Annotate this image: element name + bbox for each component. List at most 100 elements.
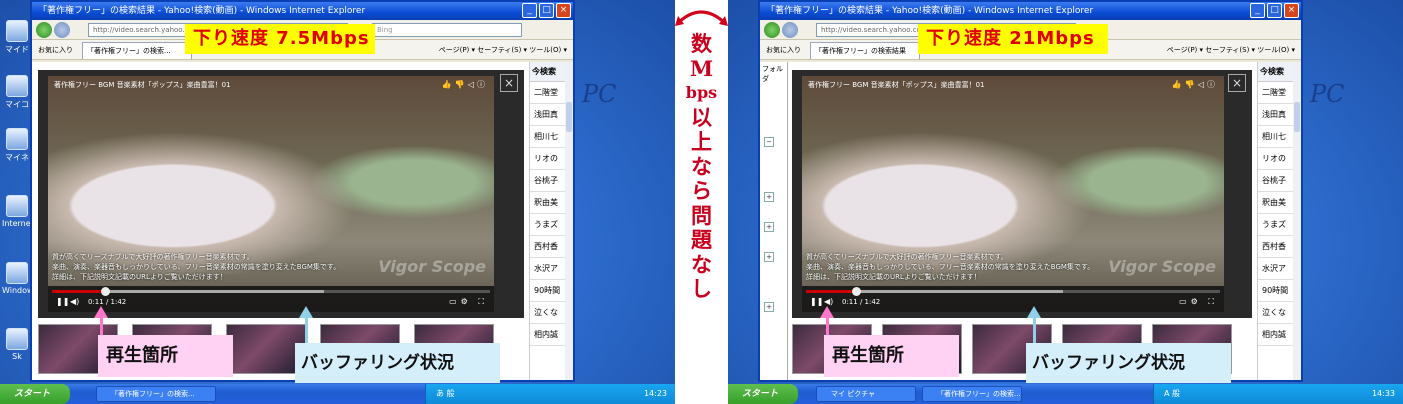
download-speed-label: 下り速度 21Mbps bbox=[918, 24, 1108, 54]
browser-tab[interactable]: 「著作権フリー」の検索結果 bbox=[810, 42, 920, 59]
desktop-icon-sk[interactable]: Sk bbox=[2, 328, 32, 361]
played-fill bbox=[52, 290, 105, 293]
tree-expander[interactable]: + bbox=[764, 192, 774, 202]
watermark: Vigor Scope bbox=[1108, 257, 1216, 276]
seek-knob[interactable] bbox=[851, 287, 861, 296]
command-bar[interactable]: ページ(P) ▾ セーフティ(S) ▾ ツール(O) ▾ bbox=[439, 45, 567, 55]
close-overlay-button[interactable]: × bbox=[500, 74, 518, 92]
ime-indicator[interactable]: あ 般 bbox=[436, 384, 455, 404]
player-action-icons[interactable]: 👍👎◁ⓘ bbox=[442, 79, 488, 90]
maximize-button[interactable]: □ bbox=[1267, 3, 1282, 18]
video-title: 著作権フリー BGM 音楽素材「ポップス」楽曲豊富！01 bbox=[808, 81, 985, 89]
tree-expander[interactable]: + bbox=[764, 302, 774, 312]
volume-icon[interactable]: ◀) bbox=[70, 297, 79, 306]
minimize-button[interactable]: _ bbox=[522, 3, 537, 18]
ie-window: 「著作権フリー」の検索結果 - Yahoo!検索(動画) - Windows I… bbox=[758, 0, 1303, 382]
buffer-arrow-shaft bbox=[1033, 318, 1036, 344]
desktop-pc-text: PC bbox=[1310, 80, 1345, 108]
start-button[interactable]: スタート bbox=[0, 384, 70, 404]
minimize-button[interactable]: _ bbox=[1250, 3, 1265, 18]
tree-expander[interactable]: + bbox=[764, 222, 774, 232]
vertical-note: 数 M bps 以 上 な ら 問 題 な し bbox=[685, 31, 718, 301]
taskbar-item-ie[interactable]: 「著作権フリー」の検索... bbox=[922, 386, 1022, 402]
desktop-icon-my-computer[interactable]: マイコ bbox=[2, 75, 32, 110]
favorites-button[interactable]: お気に入り bbox=[766, 45, 801, 55]
scrollbar[interactable] bbox=[1293, 62, 1301, 380]
played-fill bbox=[806, 290, 856, 293]
left-screenshot: マイド マイコ マイネ Internet Windows Sk PC 「著作権フ… bbox=[0, 0, 675, 404]
player-right-controls[interactable]: ▭⚙ ⛶ bbox=[1179, 297, 1218, 307]
window-titlebar[interactable]: 「著作権フリー」の検索結果 - Yahoo!検索(動画) - Windows I… bbox=[32, 2, 573, 20]
window-title: 「著作権フリー」の検索結果 - Yahoo!検索(動画) - Windows I… bbox=[766, 6, 1094, 16]
seek-knob[interactable] bbox=[100, 287, 110, 296]
video-player[interactable]: 著作権フリー BGM 音楽素材「ポップス」楽曲豊富！01 👍👎◁ⓘ 質が高くてリ… bbox=[48, 76, 494, 312]
watermark: Vigor Scope bbox=[378, 257, 486, 276]
maximize-button[interactable]: □ bbox=[539, 3, 554, 18]
video-player[interactable]: 著作権フリー BGM 音楽素材「ポップス」楽曲豊富！01 👍👎◁ⓘ 質が高くてリ… bbox=[802, 76, 1224, 312]
video-overlay: × 著作権フリー BGM 音楽素材「ポップス」楽曲豊富！01 👍👎◁ⓘ 質が高く… bbox=[792, 70, 1252, 318]
page-body: 今検索 二階堂 浅田真 相川七 リオの 谷桃子 釈由美 うまズ 西村香 水沢ア … bbox=[788, 62, 1301, 380]
forward-button[interactable] bbox=[54, 22, 70, 38]
tree-expander[interactable]: − bbox=[764, 137, 774, 147]
buffering-status-label: バッファリング状況 bbox=[295, 343, 500, 383]
window-titlebar[interactable]: 「著作権フリー」の検索結果 - Yahoo!検索(動画) - Windows I… bbox=[760, 2, 1301, 20]
player-control-bar: ❚❚ ◀) 0:11 / 1:42 ▭⚙ ⛶ bbox=[48, 286, 494, 312]
command-bar[interactable]: ページ(P) ▾ セーフティ(S) ▾ ツール(O) ▾ bbox=[1167, 45, 1295, 55]
system-tray: あ 般 14:23 bbox=[425, 384, 675, 404]
ime-indicator[interactable]: A 般 bbox=[1164, 384, 1180, 404]
buffer-arrow-shaft bbox=[305, 318, 308, 344]
close-window-button[interactable]: × bbox=[556, 3, 571, 18]
browser-tab[interactable]: 「著作権フリー」の検索... bbox=[82, 42, 192, 59]
video-title: 著作権フリー BGM 音楽素材「ポップス」楽曲豊富！01 bbox=[54, 81, 231, 89]
right-screenshot: PC 「著作権フリー」の検索結果 - Yahoo!検索(動画) - Window… bbox=[728, 0, 1403, 404]
desktop-icon-network[interactable]: マイネ bbox=[2, 128, 32, 163]
close-overlay-button[interactable]: × bbox=[1228, 74, 1246, 92]
tree-expander[interactable]: + bbox=[764, 252, 774, 262]
middle-annotation: 数 M bps 以 上 な ら 問 題 な し bbox=[675, 0, 728, 404]
taskbar: スタート マイ ピクチャ 「著作権フリー」の検索... A 般 14:33 bbox=[728, 384, 1403, 404]
pause-icon[interactable]: ❚❚ bbox=[810, 297, 823, 306]
pause-icon[interactable]: ❚❚ bbox=[56, 297, 69, 306]
clock: 14:23 bbox=[643, 389, 667, 398]
back-button[interactable] bbox=[764, 22, 780, 38]
window-title: 「著作権フリー」の検索結果 - Yahoo!検索(動画) - Windows I… bbox=[38, 6, 366, 16]
time-display: 0:11 / 1:42 bbox=[842, 298, 881, 306]
video-overlay: × 著作権フリー BGM 音楽素材「ポップス」楽曲豊富！01 👍👎◁ⓘ 質が高く… bbox=[38, 70, 524, 318]
folder-pane-label: フォルダ bbox=[762, 65, 783, 83]
system-tray: A 般 14:33 bbox=[1153, 384, 1403, 404]
buffer-arrow-head bbox=[299, 306, 313, 318]
player-action-icons[interactable]: 👍👎◁ⓘ bbox=[1172, 79, 1218, 90]
time-display: 0:11 / 1:42 bbox=[88, 298, 127, 306]
close-window-button[interactable]: × bbox=[1284, 3, 1299, 18]
forward-button[interactable] bbox=[782, 22, 798, 38]
seek-bar[interactable] bbox=[806, 287, 1220, 296]
buffer-arrow-head bbox=[1027, 306, 1041, 318]
favorites-button[interactable]: お気に入り bbox=[38, 45, 73, 55]
start-button[interactable]: スタート bbox=[728, 384, 798, 404]
video-thumbnail[interactable] bbox=[226, 324, 306, 374]
desktop-icon-internet[interactable]: Internet bbox=[2, 195, 34, 228]
desktop-icon-windows[interactable]: Windows bbox=[2, 262, 38, 295]
scrollbar[interactable] bbox=[565, 62, 573, 380]
download-speed-label: 下り速度 7.5Mbps bbox=[185, 24, 375, 54]
playback-position-label: 再生箇所 bbox=[98, 335, 233, 377]
playback-position-label: 再生箇所 bbox=[824, 335, 959, 377]
back-button[interactable] bbox=[36, 22, 52, 38]
clock: 14:33 bbox=[1371, 389, 1395, 398]
taskbar-item-my-pictures[interactable]: マイ ピクチャ bbox=[816, 386, 916, 402]
search-input[interactable]: Bing bbox=[372, 23, 522, 37]
seek-bar[interactable] bbox=[52, 287, 490, 296]
trending-sidebar: 今検索 二階堂 浅田真 相川七 リオの 谷桃子 釈由美 うまズ 西村香 水沢ア … bbox=[529, 62, 573, 380]
double-arrow-icon bbox=[675, 10, 728, 26]
volume-icon[interactable]: ◀) bbox=[824, 297, 833, 306]
trending-sidebar: 今検索 二階堂 浅田真 相川七 リオの 谷桃子 釈由美 うまズ 西村香 水沢ア … bbox=[1257, 62, 1301, 380]
desktop-pc-text: PC bbox=[582, 80, 617, 108]
taskbar: スタート 「著作権フリー」の検索... あ 般 14:23 bbox=[0, 384, 675, 404]
playback-arrow-head bbox=[94, 306, 108, 318]
player-control-bar: ❚❚ ◀) 0:11 / 1:42 ▭⚙ ⛶ bbox=[802, 286, 1224, 312]
page-body: 今検索 二階堂 浅田真 相川七 リオの 谷桃子 釈由美 うまズ 西村香 水沢ア … bbox=[32, 62, 573, 380]
player-right-controls[interactable]: ▭⚙ ⛶ bbox=[449, 297, 488, 307]
ie-window: 「著作権フリー」の検索結果 - Yahoo!検索(動画) - Windows I… bbox=[30, 0, 575, 382]
taskbar-item-ie[interactable]: 「著作権フリー」の検索... bbox=[96, 386, 216, 402]
desktop-icon-my-documents[interactable]: マイド bbox=[2, 20, 32, 55]
